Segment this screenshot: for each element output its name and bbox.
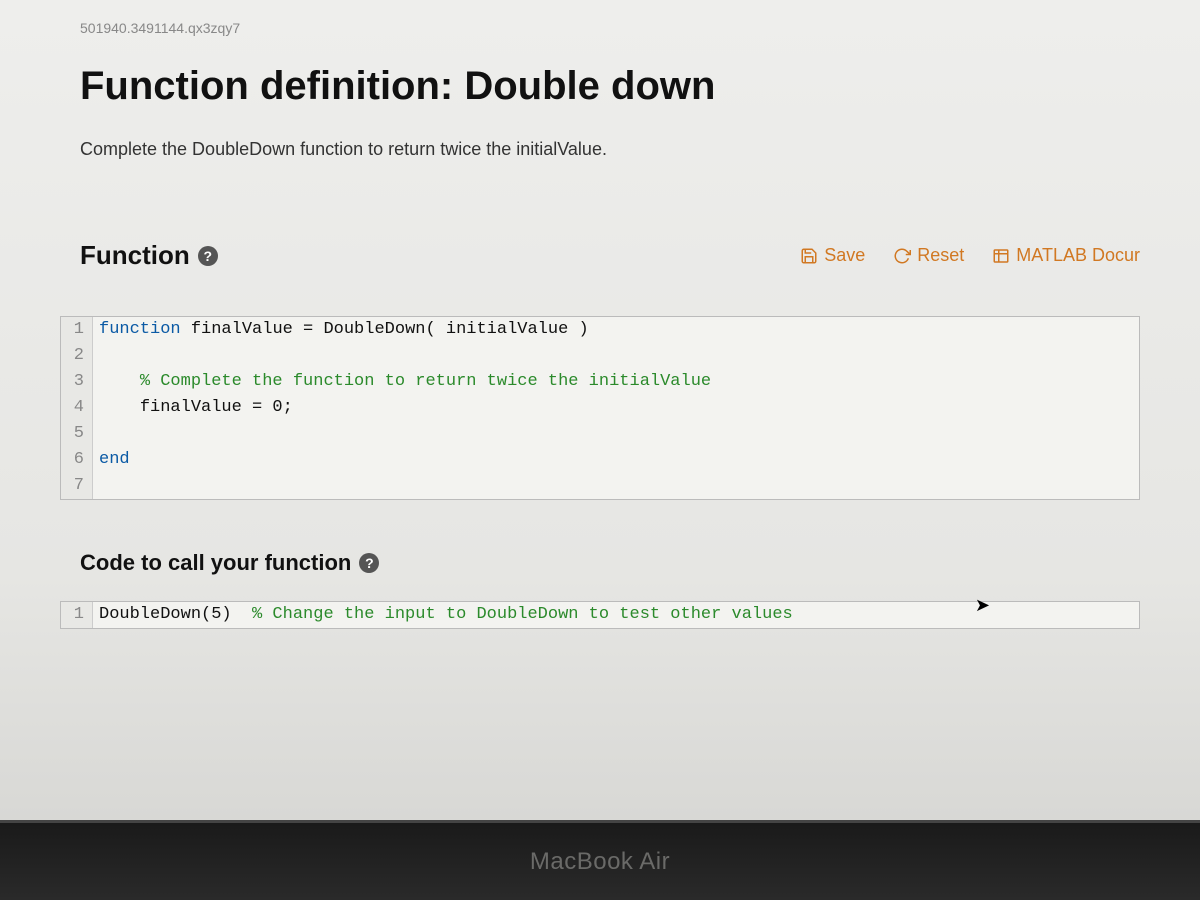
matlab-docs-button[interactable]: MATLAB Docur	[992, 245, 1140, 266]
code-line[interactable]: 5	[61, 421, 1139, 447]
laptop-model-label: MacBook Air	[530, 848, 670, 876]
editor-toolbar: Save Reset MATLAB Docur	[800, 245, 1140, 266]
reset-button[interactable]: Reset	[893, 245, 964, 266]
code-content[interactable]: finalValue = 0;	[93, 395, 1139, 421]
instructions-text: Complete the DoubleDown function to retu…	[80, 139, 1140, 160]
code-line[interactable]: 6end	[61, 447, 1139, 473]
code-line[interactable]: 1function finalValue = DoubleDown( initi…	[61, 317, 1139, 343]
code-content[interactable]: end	[93, 447, 1139, 473]
save-label: Save	[824, 245, 865, 266]
save-button[interactable]: Save	[800, 245, 865, 266]
code-line[interactable]: 7	[61, 473, 1139, 499]
code-line[interactable]: 2	[61, 343, 1139, 369]
line-number: 2	[61, 343, 93, 369]
function-section-label: Function	[80, 240, 190, 271]
code-content[interactable]	[93, 343, 1139, 369]
reset-icon	[893, 247, 911, 265]
line-number: 5	[61, 421, 93, 447]
line-number: 6	[61, 447, 93, 473]
docs-icon	[992, 247, 1010, 265]
call-section-header: Code to call your function ?	[80, 550, 1140, 576]
reset-label: Reset	[917, 245, 964, 266]
code-content[interactable]: % Complete the function to return twice …	[93, 369, 1139, 395]
function-code-editor[interactable]: 1function finalValue = DoubleDown( initi…	[60, 316, 1140, 500]
line-number: 1	[61, 602, 93, 628]
line-number: 4	[61, 395, 93, 421]
function-header-left: Function ?	[80, 240, 218, 271]
line-number: 3	[61, 369, 93, 395]
page-title: Function definition: Double down	[80, 64, 1140, 109]
code-content[interactable]	[93, 473, 1139, 499]
call-section-label: Code to call your function	[80, 550, 351, 576]
line-number: 1	[61, 317, 93, 343]
save-icon	[800, 247, 818, 265]
code-line[interactable]: 3 % Complete the function to return twic…	[61, 369, 1139, 395]
laptop-bezel: MacBook Air	[0, 820, 1200, 900]
docs-label: MATLAB Docur	[1016, 245, 1140, 266]
question-id: 501940.3491144.qx3zqy7	[80, 20, 1140, 36]
help-icon[interactable]: ?	[359, 553, 379, 573]
line-number: 7	[61, 473, 93, 499]
code-line[interactable]: 4 finalValue = 0;	[61, 395, 1139, 421]
cursor-icon: ➤	[975, 595, 990, 616]
help-icon[interactable]: ?	[198, 246, 218, 266]
code-content[interactable]: function finalValue = DoubleDown( initia…	[93, 317, 1139, 343]
function-header-row: Function ? Save Reset	[80, 240, 1140, 271]
code-content[interactable]	[93, 421, 1139, 447]
